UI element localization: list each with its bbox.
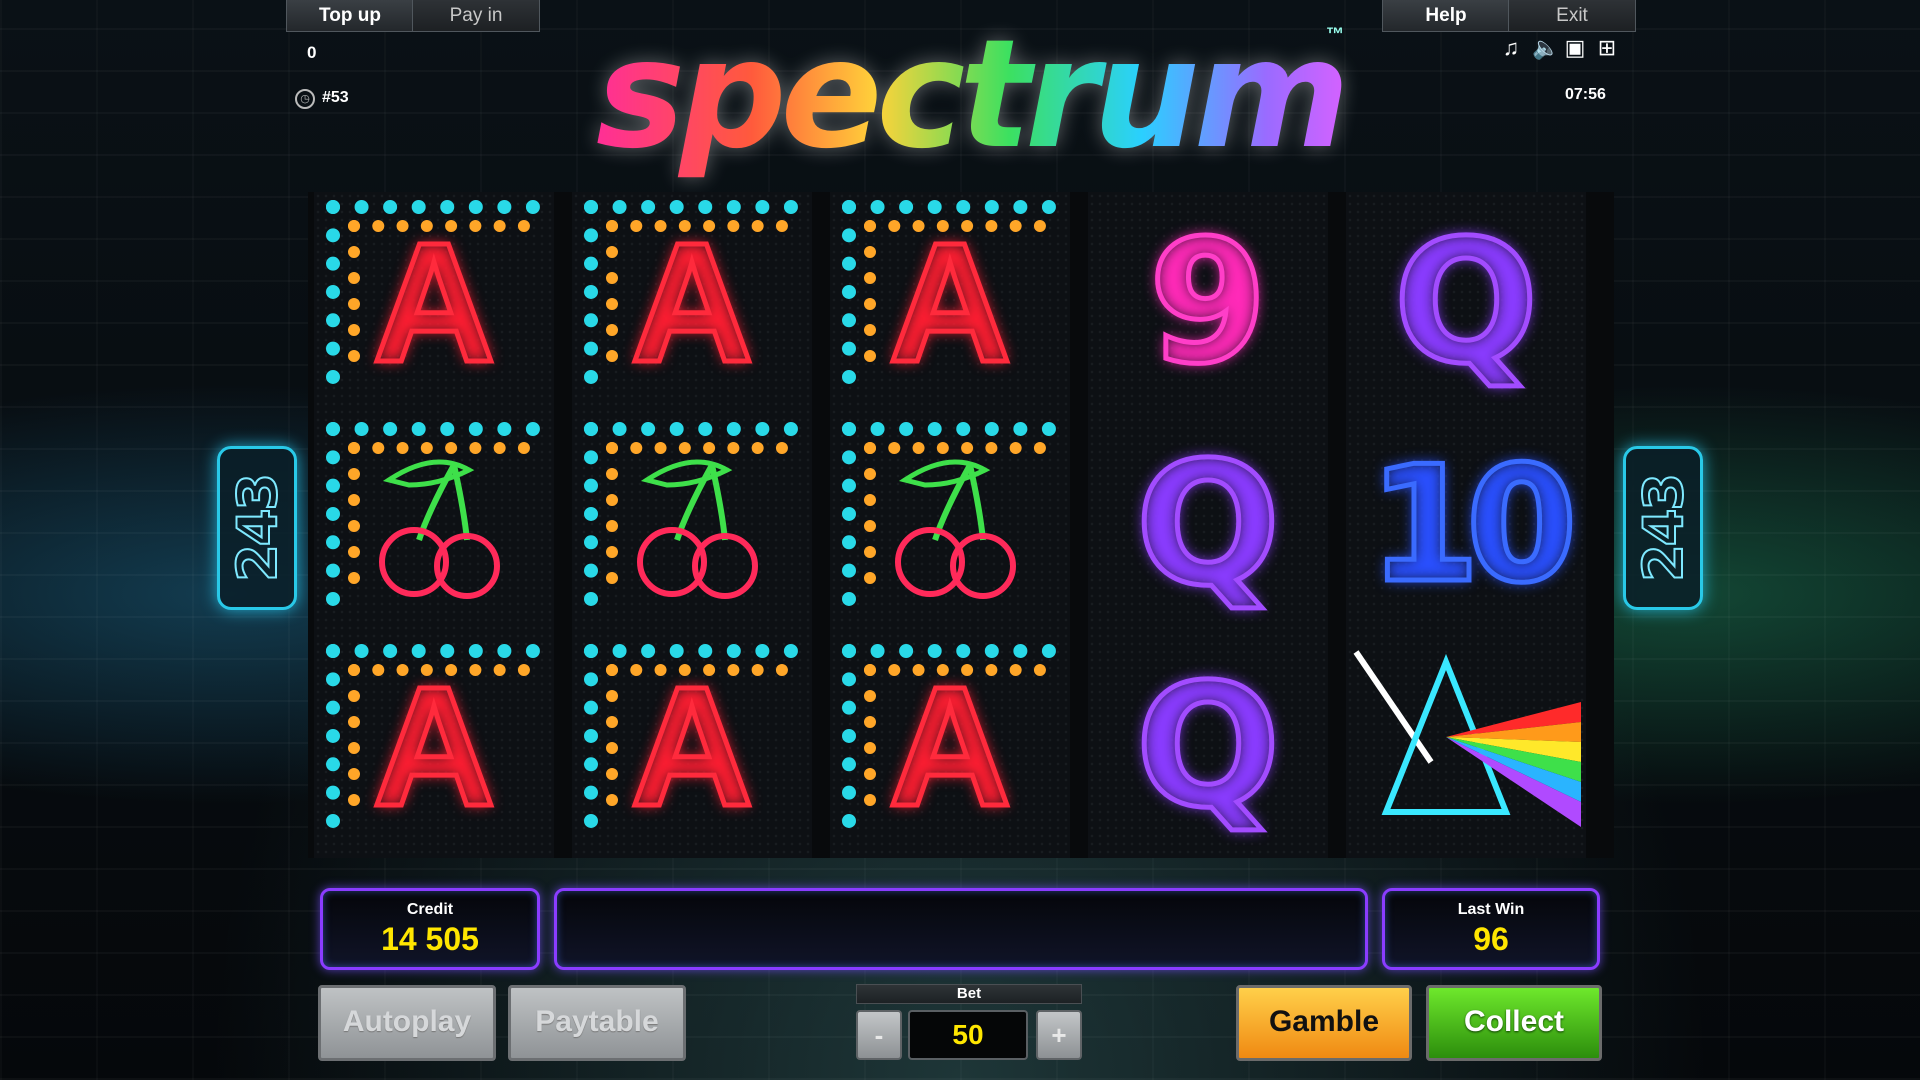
reel-5: Q 10 [1346,192,1586,858]
bet-increase-button[interactable]: + [1036,1010,1082,1060]
collect-button[interactable]: Collect [1426,985,1602,1061]
exit-tab[interactable]: Exit [1508,0,1636,32]
symbol-a: A [572,636,812,858]
symbol-q: Q [1088,414,1328,636]
screen-icon[interactable]: ▣ [1564,36,1586,60]
round-id-icon: ◷ [295,89,315,109]
credit-label: Credit [406,901,454,918]
symbol-glyph: Q [1133,648,1283,846]
ways-badge-right: 243 [1623,446,1703,610]
credit-value: 14 505 [381,921,479,957]
ways-count-right: 243 [1631,474,1696,583]
symbol-glyph: 9 [1146,204,1269,402]
symbol-a: A [572,192,812,414]
top-up-tab[interactable]: Top up [286,0,414,32]
symbol-10: 10 [1346,414,1586,636]
symbol-glyph: A [886,652,1014,842]
reel-1: AA [314,192,554,858]
bet-label: Bet [856,984,1082,1004]
paytable-button[interactable]: Paytable [508,985,686,1061]
symbol-glyph: A [628,208,756,398]
symbol-glyph: A [886,208,1014,398]
balance-value: 0 [307,43,317,62]
trademark-mark: ™ [1326,24,1344,44]
spectrum-logo: spectrum [580,10,1360,180]
symbol-glyph: 10 [1366,431,1580,618]
speaker-icon[interactable]: 🔈 [1532,36,1559,60]
autoplay-button[interactable]: Autoplay [318,985,496,1061]
symbol-a: A [830,636,1070,858]
credit-panel: Credit 14 505 [320,888,540,970]
symbol-prism [1346,636,1586,858]
symbol-glyph: Q [1391,204,1541,402]
ways-count-left: 243 [225,474,290,583]
symbol-9: 9 [1088,192,1328,414]
help-tab[interactable]: Help [1382,0,1510,32]
symbol-glyph: A [370,208,498,398]
prism-symbol-art [1353,650,1581,827]
symbol-q: Q [1088,636,1328,858]
cherry-symbol-art [637,459,758,599]
ways-badge-left: 243 [217,446,297,610]
symbol-cherry [314,414,554,636]
reel-3: AA [830,192,1070,858]
symbol-cherry [572,414,812,636]
reel-2: AA [572,192,812,858]
bet-decrease-button[interactable]: - [856,1010,902,1060]
symbol-a: A [314,192,554,414]
last-win-value: 96 [1473,921,1509,957]
top-icon-bar: ♫ 🔈 ▣ ⊞ [1500,36,1618,60]
grid-icon[interactable]: ⊞ [1596,36,1618,60]
cherry-symbol-art [379,459,500,599]
symbol-glyph: A [370,652,498,842]
round-id: #53 [322,89,349,106]
bet-value: 50 [908,1010,1028,1060]
music-icon[interactable]: ♫ [1500,36,1522,60]
reel-grid: A A A A A A 9 Q Q Q 10 [308,192,1614,858]
pay-in-tab[interactable]: Pay in [412,0,540,32]
symbol-a: A [830,192,1070,414]
symbol-q: Q [1346,192,1586,414]
clock: 07:56 [1565,86,1606,103]
last-win-label: Last Win [1457,901,1525,918]
reel-4: 9 QQ [1088,192,1328,858]
symbol-glyph: A [628,652,756,842]
cherry-symbol-art [895,459,1016,599]
symbol-a: A [314,636,554,858]
last-win-panel: Last Win 96 [1382,888,1600,970]
symbol-glyph: Q [1133,426,1283,624]
message-bar [554,888,1368,970]
symbol-cherry [830,414,1070,636]
gamble-button[interactable]: Gamble [1236,985,1412,1061]
